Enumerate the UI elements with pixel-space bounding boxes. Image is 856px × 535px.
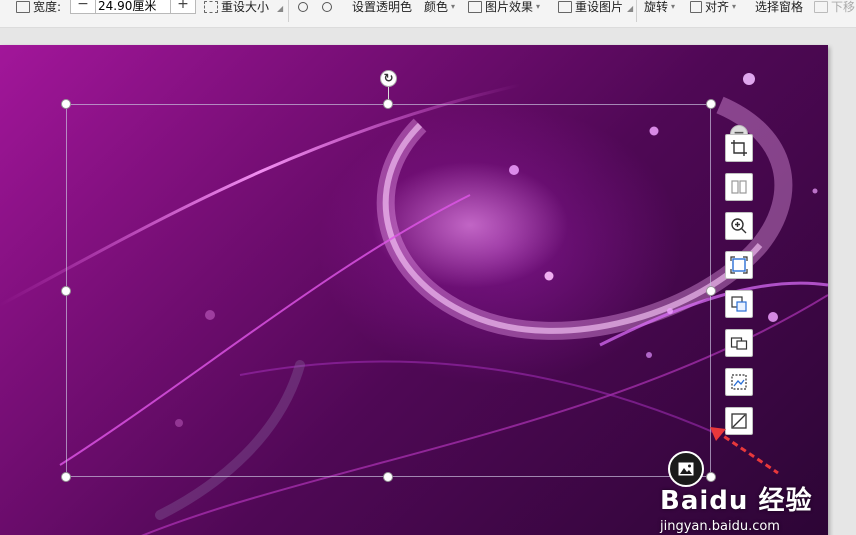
brightness-down-icon [322, 2, 332, 12]
rotate-dropdown[interactable]: 旋转 ▾ [644, 0, 675, 14]
insert-picture-button[interactable] [725, 329, 753, 357]
selection-frame [66, 104, 711, 477]
reset-size-button[interactable]: 重设大小 [204, 0, 269, 14]
document-canvas: ↻ − Baidu 经验 jingyan.baidu.com [0, 28, 856, 535]
picture-settings-icon [731, 374, 747, 390]
move-down-icon [814, 1, 828, 13]
align-label: 对齐 [705, 0, 730, 14]
reset-picture-button[interactable]: 重设图片 [558, 0, 623, 14]
app-window: 宽度: − + 重设大小 ◢ 设置透明色 颜色 ▾ 图片效果 ▾ [0, 0, 856, 535]
split-picture-button[interactable] [725, 173, 753, 201]
reset-size-label: 重设大小 [221, 0, 270, 14]
replace-picture-button[interactable] [725, 290, 753, 318]
width-label: 宽度: [33, 0, 62, 14]
zoom-button[interactable] [725, 212, 753, 240]
selection-pane-button[interactable]: 选择窗格 [755, 0, 803, 14]
resize-handle-top[interactable] [383, 99, 393, 109]
width-label-group: 宽度: [16, 0, 61, 14]
color-dropdown[interactable]: 颜色 ▾ [424, 0, 455, 14]
width-stepper[interactable]: − + [70, 0, 196, 14]
chevron-down-icon: ▾ [732, 2, 737, 11]
set-transparent-color-button[interactable]: 设置透明色 [352, 0, 412, 14]
picture-effects-label: 图片效果 [485, 0, 534, 14]
picture-effects-icon [468, 1, 482, 13]
rotate-handle[interactable]: ↻ [380, 70, 397, 87]
rotate-label: 旋转 [644, 0, 669, 14]
brightness-decrease-button[interactable] [322, 0, 332, 14]
slide-picture[interactable]: ↻ − Baidu 经验 jingyan.baidu.com [0, 45, 828, 535]
resize-handle-left[interactable] [61, 286, 71, 296]
chevron-down-icon: ▾ [451, 2, 456, 11]
resize-handle-top-right[interactable] [706, 99, 716, 109]
divider [288, 0, 289, 22]
chevron-down-icon: ▾ [671, 2, 676, 11]
reset-picture-label: 重设图片 [575, 0, 624, 14]
width-decrease-button[interactable]: − [71, 0, 95, 13]
frame-button[interactable] [725, 251, 753, 279]
picture-icon [678, 462, 694, 476]
brightness-increase-button[interactable] [298, 0, 308, 14]
dialog-launcher-icon[interactable]: ◢ [627, 4, 633, 13]
move-down-button[interactable]: 下移 [814, 0, 855, 14]
align-icon [690, 1, 702, 13]
move-down-label: 下移 [831, 0, 856, 14]
align-dropdown[interactable]: 对齐 ▾ [690, 0, 736, 14]
watermark-brand: Baidu 经验 [660, 486, 813, 516]
set-transparent-color-label: 设置透明色 [352, 0, 413, 14]
brightness-up-icon [298, 2, 308, 12]
zoom-icon [731, 218, 747, 234]
selection-pane-label: 选择窗格 [755, 0, 804, 14]
crop-button[interactable] [725, 134, 753, 162]
width-increase-button[interactable]: + [171, 0, 195, 13]
baidu-jingyan-watermark: Baidu 经验 jingyan.baidu.com [660, 480, 812, 534]
picture-settings-button[interactable] [725, 368, 753, 396]
reset-size-icon [204, 1, 218, 13]
reset-picture-icon [558, 1, 572, 13]
watermark-url: jingyan.baidu.com [660, 519, 780, 534]
replace-picture-icon [731, 296, 747, 312]
red-pointer-arrow-icon [710, 427, 779, 475]
divider [636, 0, 637, 22]
resize-handle-top-left[interactable] [61, 99, 71, 109]
crop-icon [731, 140, 747, 156]
frame-icon [730, 256, 748, 274]
picture-tools-ribbon: 宽度: − + 重设大小 ◢ 设置透明色 颜色 ▾ 图片效果 ▾ [0, 0, 856, 28]
split-icon [731, 180, 747, 194]
insert-picture-icon [730, 337, 748, 350]
width-input[interactable] [95, 0, 171, 13]
chevron-down-icon: ▾ [536, 2, 541, 11]
width-icon [16, 1, 30, 13]
color-label: 颜色 [424, 0, 449, 14]
resize-handle-bottom-left[interactable] [61, 472, 71, 482]
dialog-launcher-icon[interactable]: ◢ [277, 4, 283, 13]
resize-handle-bottom[interactable] [383, 472, 393, 482]
picture-effects-dropdown[interactable]: 图片效果 ▾ [468, 0, 540, 14]
resize-handle-right[interactable] [706, 286, 716, 296]
